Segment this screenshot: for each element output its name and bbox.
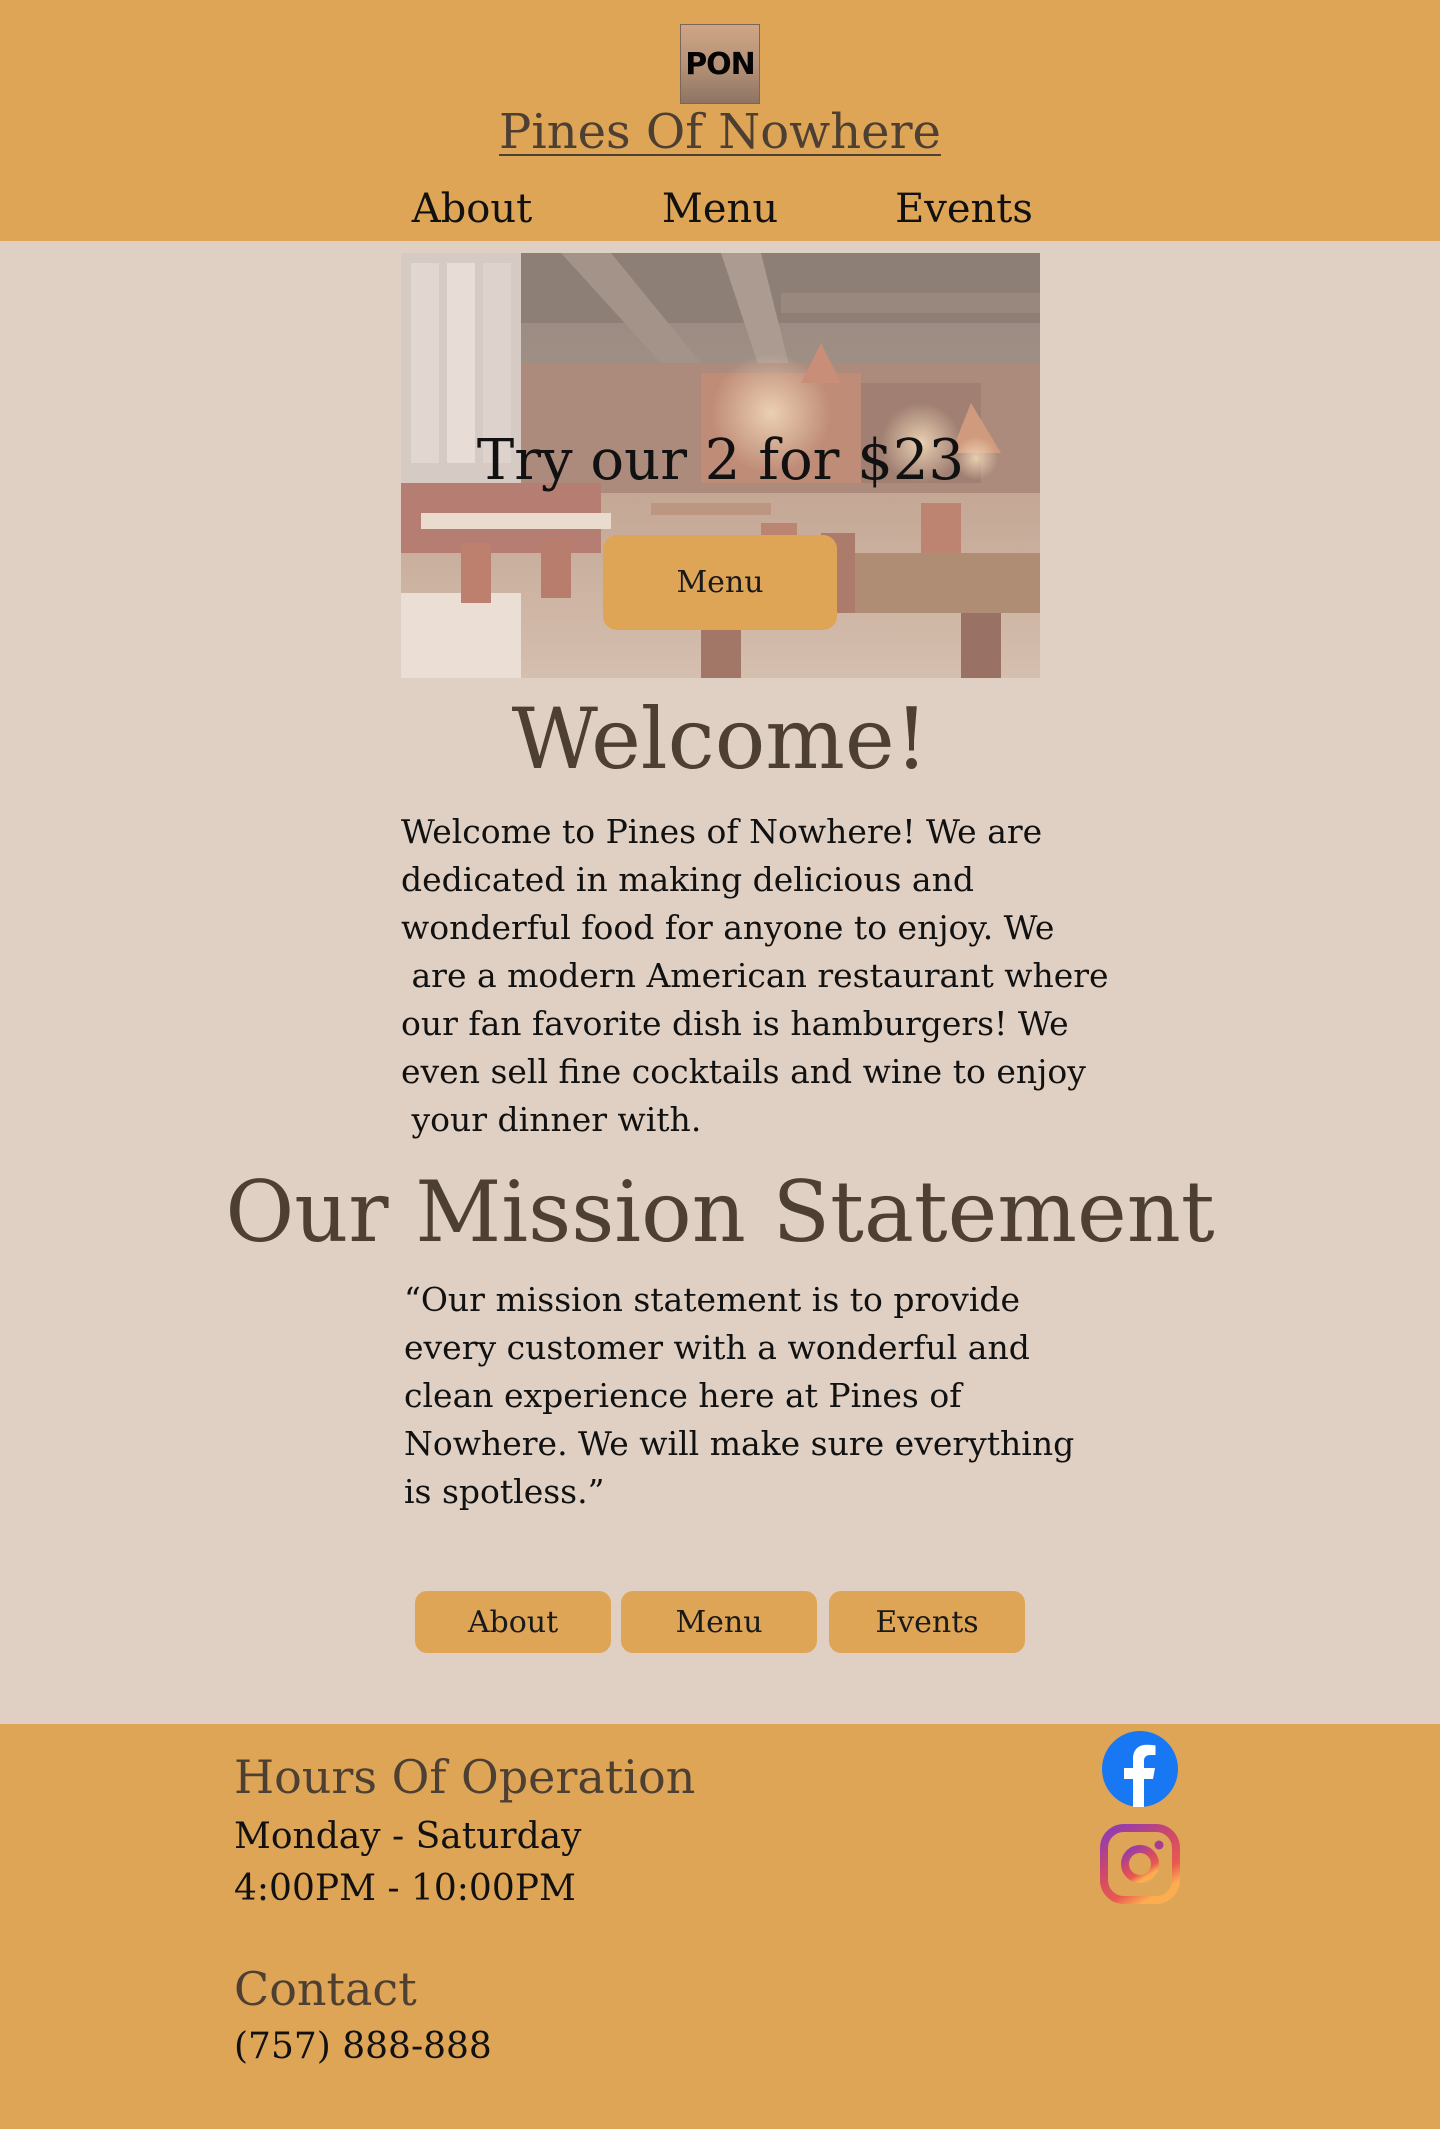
hours-days: Monday - Saturday — [234, 1816, 582, 1857]
facebook-icon[interactable] — [1100, 1729, 1180, 1809]
site-header: PON Pines Of Nowhere About Menu Events — [0, 0, 1440, 241]
nav-events-link[interactable]: Events — [884, 186, 1044, 232]
mission-line: “Our mission statement is to provide — [404, 1280, 1021, 1319]
mission-line: Nowhere. We will make sure everything — [404, 1424, 1075, 1463]
site-title-link[interactable]: Pines Of Nowhere — [0, 104, 1440, 160]
nav-about-link[interactable]: About — [392, 186, 552, 232]
logo[interactable]: PON — [680, 24, 760, 104]
mission-heading: Our Mission Statement — [225, 1163, 1215, 1261]
mission-line: every customer with a wonderful and — [404, 1328, 1030, 1367]
instagram-icon[interactable] — [1100, 1824, 1180, 1904]
welcome-heading: Welcome! — [511, 690, 929, 788]
contact-phone: (757) 888-888 — [234, 2026, 492, 2067]
welcome-line: our fan favorite dish is hamburgers! We — [401, 1004, 1069, 1043]
welcome-line: dedicated in making delicious and — [401, 860, 974, 899]
hours-heading: Hours Of Operation — [234, 1750, 696, 1804]
welcome-line: even sell fine cocktails and wine to enj… — [401, 1052, 1086, 1091]
mission-paragraph: “Our mission statement is to provide eve… — [404, 1276, 1075, 1516]
welcome-line: wonderful food for anyone to enjoy. We — [401, 908, 1055, 947]
welcome-line: Welcome to Pines of Nowhere! We are — [401, 812, 1043, 851]
mission-line: clean experience here at Pines of — [404, 1376, 962, 1415]
about-button[interactable]: About — [415, 1591, 611, 1653]
hero-headline: Try our 2 for $23 — [476, 428, 965, 493]
hours-time: 4:00PM - 10:00PM — [234, 1868, 576, 1909]
welcome-paragraph: Welcome to Pines of Nowhere! We are dedi… — [401, 808, 1109, 1144]
nav-menu-link[interactable]: Menu — [640, 186, 800, 232]
welcome-line: are a modern American restaurant where — [401, 956, 1109, 995]
welcome-line: your dinner with. — [401, 1100, 702, 1139]
events-button[interactable]: Events — [829, 1591, 1025, 1653]
mission-line: is spotless.” — [404, 1472, 605, 1511]
menu-button[interactable]: Menu — [621, 1591, 817, 1653]
hero-menu-button[interactable]: Menu — [603, 535, 837, 630]
hero-banner: Try our 2 for $23 Menu — [401, 253, 1040, 678]
contact-heading: Contact — [234, 1962, 417, 2016]
site-footer: Hours Of Operation Monday - Saturday 4:0… — [0, 1724, 1440, 2129]
